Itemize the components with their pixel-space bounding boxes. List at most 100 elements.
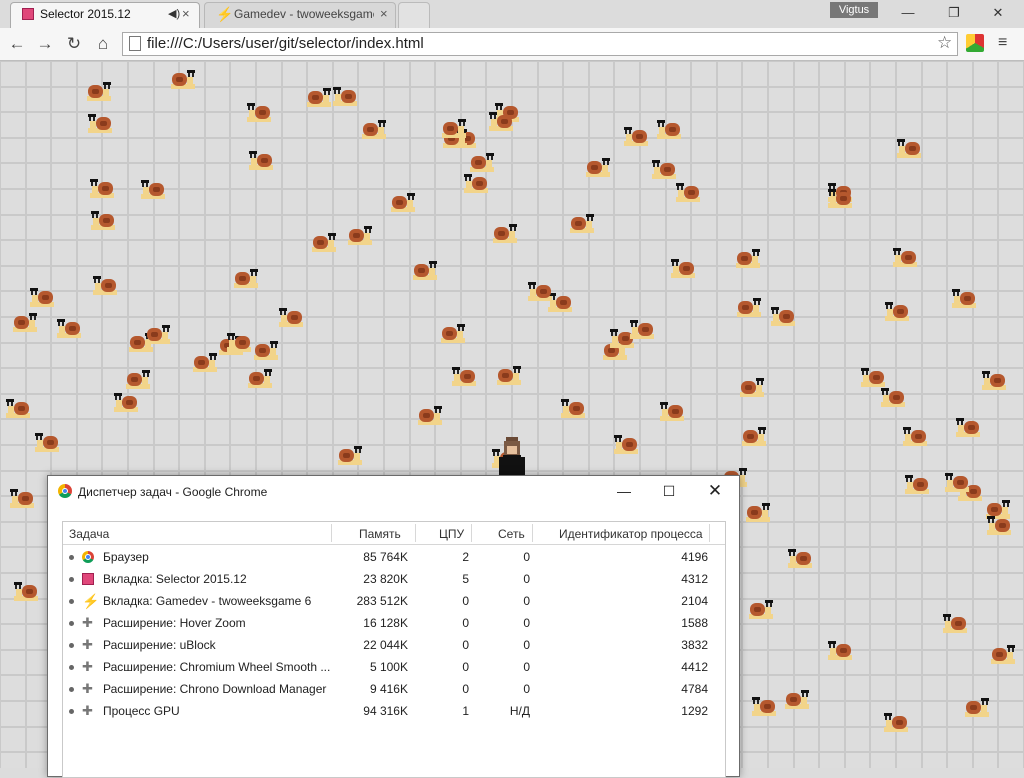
cpu-value: 0	[462, 638, 469, 652]
snail-sprite	[124, 367, 152, 391]
tab-title: Selector 2015.12	[40, 7, 131, 21]
table-row[interactable]: ⚡ Вкладка: Gamedev - twoweeksgame 6 283 51…	[63, 590, 725, 612]
browser-toolbar: ← → ↻ ⌂ file:///C:/Users/user/git/select…	[0, 28, 1024, 61]
table-row[interactable]: ✚ Расширение: uBlock 22 044K 0 0 3832	[63, 634, 725, 656]
snail-sprite	[744, 500, 772, 524]
snail-sprite	[360, 117, 388, 141]
snail-sprite	[305, 85, 333, 109]
pid-value: 4196	[681, 550, 708, 564]
address-bar[interactable]: file:///C:/Users/user/git/selector/index…	[122, 32, 958, 56]
speaker-icon[interactable]: ◀)	[168, 7, 180, 20]
table-row[interactable]: ✚ Расширение: Hover Zoom 16 128K 0 0 1588	[63, 612, 725, 634]
bullet-icon	[69, 555, 74, 560]
column-header-task[interactable]: Задача	[69, 527, 109, 541]
tab-selector[interactable]: Selector 2015.12 ◀) ×	[10, 2, 200, 29]
network-value: 0	[523, 594, 530, 608]
process-name: Расширение: Chrono Download Manager	[103, 682, 327, 696]
puzzle-piece-icon: ✚	[82, 681, 93, 696]
process-name: Вкладка: Gamedev - twoweeksgame 6	[103, 594, 312, 608]
snail-sprite	[139, 177, 167, 201]
maximize-button[interactable]: ❐	[934, 0, 974, 26]
table-row[interactable]: ✚ Процесс GPU 94 316K 1 Н/Д 1292	[63, 700, 725, 722]
snail-sprite	[903, 472, 931, 496]
table-row[interactable]: ✚ Расширение: Chromium Wheel Smooth ... 5 …	[63, 656, 725, 678]
back-arrow-icon[interactable]: ←	[6, 33, 28, 55]
snail-sprite	[612, 432, 640, 456]
memory-value: 94 316K	[363, 704, 408, 718]
task-manager-titlebar[interactable]: Диспетчер задач - Google Chrome — ☐ ✕	[48, 476, 739, 506]
column-divider[interactable]	[471, 524, 472, 542]
pid-value: 4412	[681, 660, 708, 674]
memory-value: 23 820K	[363, 572, 408, 586]
task-manager-minimize-button[interactable]: —	[604, 479, 644, 503]
network-value: 0	[523, 638, 530, 652]
column-header-pid[interactable]: Идентификатор процесса	[559, 527, 703, 541]
task-manager-maximize-button[interactable]: ☐	[649, 479, 689, 503]
snail-sprite	[247, 148, 275, 172]
extension-icon[interactable]	[966, 34, 984, 52]
process-name: Процесс GPU	[103, 704, 180, 718]
snail-sprite	[859, 365, 887, 389]
column-divider[interactable]	[331, 524, 332, 542]
close-window-button[interactable]: ✕	[978, 0, 1018, 26]
puzzle-piece-icon: ✚	[82, 615, 93, 630]
home-icon[interactable]: ⌂	[92, 33, 114, 55]
table-row[interactable]: Браузер 85 764K 2 0 4196	[63, 546, 725, 568]
forward-arrow-icon[interactable]: →	[34, 33, 56, 55]
column-divider[interactable]	[709, 524, 710, 542]
column-header-network[interactable]: Сеть	[498, 527, 525, 541]
minimize-button[interactable]: —	[888, 0, 928, 26]
bullet-icon	[69, 621, 74, 626]
snail-sprite	[783, 687, 811, 711]
snail-sprite	[112, 390, 140, 414]
memory-value: 5 100K	[369, 660, 408, 674]
table-row[interactable]: Вкладка: Selector 2015.12 23 820K 5 0 4312	[63, 568, 725, 590]
tab-gamedev[interactable]: ⚡ Gamedev - twoweeksgame ×	[204, 2, 396, 29]
snail-sprite	[346, 223, 374, 247]
snail-sprite	[487, 109, 515, 133]
snail-sprite	[740, 424, 768, 448]
network-value: 0	[523, 660, 530, 674]
bullet-icon	[69, 709, 74, 714]
puzzle-piece-icon: ✚	[82, 659, 93, 674]
snail-sprite	[943, 470, 971, 494]
lightning-icon: ⚡	[82, 593, 100, 609]
process-name: Вкладка: Selector 2015.12	[103, 572, 247, 586]
profile-badge[interactable]: Vigtus	[830, 2, 878, 18]
tab-close-icon[interactable]: ×	[380, 6, 388, 21]
snail-sprite	[735, 295, 763, 319]
snail-sprite	[628, 317, 656, 341]
snail-sprite	[336, 443, 364, 467]
snail-sprite	[416, 403, 444, 427]
new-tab-button[interactable]	[398, 2, 430, 29]
table-row[interactable]: ✚ Расширение: Chrono Download Manager 9 41…	[63, 678, 725, 700]
snail-sprite	[462, 171, 490, 195]
snail-sprite	[11, 310, 39, 334]
tab-close-icon[interactable]: ×	[182, 6, 190, 21]
snail-sprite	[559, 396, 587, 420]
reload-icon[interactable]: ↻	[63, 33, 85, 55]
task-manager-close-button[interactable]: ✕	[695, 479, 735, 503]
snail-sprite	[191, 350, 219, 374]
bookmark-star-icon[interactable]: ☆	[937, 33, 952, 53]
selector-favicon-icon	[82, 573, 94, 585]
task-manager-window: Диспетчер задач - Google Chrome — ☐ ✕ За…	[47, 475, 740, 778]
selector-favicon-icon	[22, 8, 34, 20]
snail-sprite	[450, 364, 478, 388]
cpu-value: 2	[462, 550, 469, 564]
url-text[interactable]: file:///C:/Users/user/git/selector/index…	[147, 35, 424, 52]
cpu-value: 5	[462, 572, 469, 586]
page-icon	[129, 36, 141, 51]
column-header-memory[interactable]: Память	[359, 527, 401, 541]
snail-sprite	[901, 424, 929, 448]
snail-sprite	[310, 230, 338, 254]
column-divider[interactable]	[532, 524, 533, 542]
column-divider[interactable]	[415, 524, 416, 542]
menu-icon[interactable]: ≡	[998, 34, 1007, 52]
chrome-logo-icon	[82, 551, 94, 563]
column-header-cpu[interactable]: ЦПУ	[439, 527, 464, 541]
snail-sprite	[277, 305, 305, 329]
snail-sprite	[769, 304, 797, 328]
bullet-icon	[69, 643, 74, 648]
network-value: 0	[523, 572, 530, 586]
